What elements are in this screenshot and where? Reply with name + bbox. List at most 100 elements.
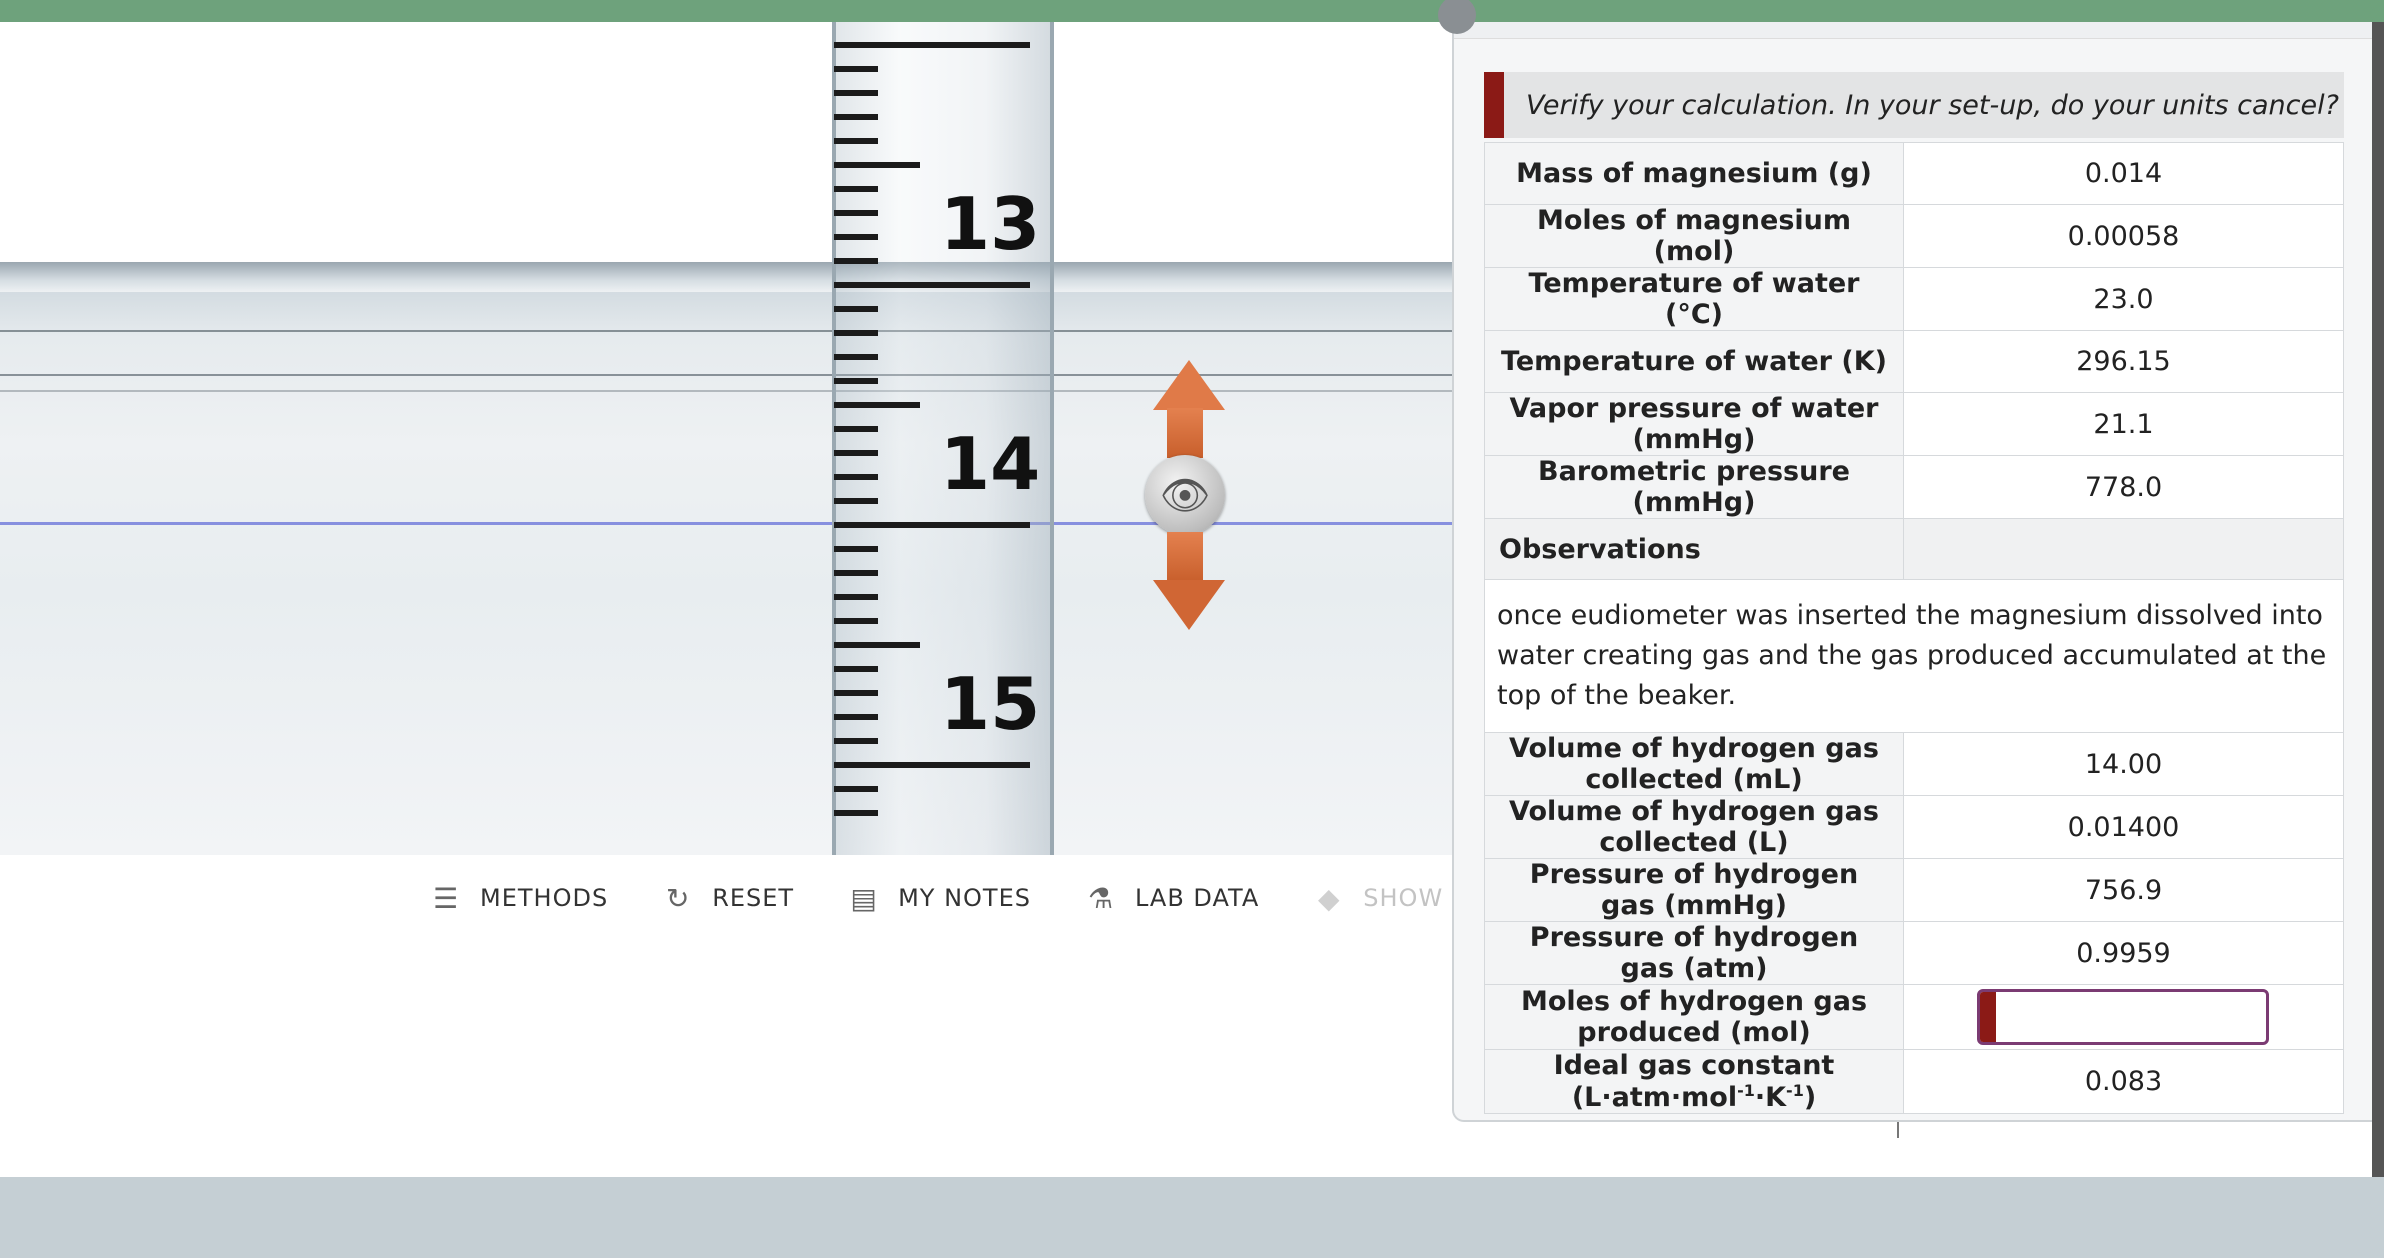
ruler-tick (834, 810, 878, 816)
row-label: Pressure of hydrogen gas (atm) (1484, 921, 1904, 985)
down-arrow-stem[interactable] (1167, 532, 1203, 582)
top-bar (0, 0, 2384, 22)
row-value: 14.00 (1902, 732, 2345, 796)
row-value: 23.0 (1902, 267, 2345, 331)
row-label: Temperature of water (K) (1484, 330, 1904, 393)
ruler-tick (834, 762, 1030, 768)
window-edge (2372, 22, 2384, 1177)
ruler-tick (834, 666, 878, 672)
moles-hydrogen-input-box[interactable] (1977, 989, 2270, 1045)
tag-icon: ◆ (1317, 881, 1341, 915)
observations-blank (1902, 518, 2345, 580)
lab-data-label: LAB DATA (1135, 884, 1260, 912)
table-row: Pressure of hydrogen gas (mmHg) 756.9 (1484, 858, 2345, 922)
up-arrow-icon[interactable] (1153, 360, 1225, 410)
view-adjust-handle[interactable]: 👁 (1140, 360, 1230, 640)
ruler-tick (834, 258, 878, 264)
meniscus-line (0, 522, 1452, 525)
lab-data-panel: Verify your calculation. In your set-up,… (1438, 0, 2372, 1122)
show-labels-label: SHOW L (1363, 884, 1467, 912)
reset-icon: ↻ (665, 881, 691, 915)
ruler-tick (834, 450, 878, 456)
gas-constant-label-post: ) (1803, 1082, 1817, 1113)
show-labels-button[interactable]: ◆ SHOW L (1313, 882, 1466, 915)
ruler-tick (834, 234, 878, 240)
up-arrow-stem[interactable] (1167, 408, 1203, 458)
table-row: Pressure of hydrogen gas (atm) 0.9959 (1484, 921, 2345, 985)
ruler-tick (834, 570, 878, 576)
moles-hydrogen-input[interactable] (2000, 994, 2265, 1042)
row-value: 0.014 (1902, 142, 2345, 205)
down-arrow-icon[interactable] (1153, 580, 1225, 630)
ruler-tick (834, 426, 878, 432)
ruler-tick (834, 354, 878, 360)
row-value: 756.9 (1902, 858, 2345, 922)
ruler-tick (834, 498, 878, 504)
footer-bar (0, 1177, 2384, 1258)
table-row: Barometric pressure (mmHg) 778.0 (1484, 455, 2345, 519)
gas-constant-sup: -1 (1737, 1081, 1755, 1100)
row-label: Temperature of water (°C) (1484, 267, 1904, 331)
ruler-number: 14 (940, 422, 1041, 506)
beaker-ridge (0, 330, 1452, 332)
ruler-tick (834, 522, 1030, 528)
gas-constant-label-mid: ·K (1754, 1082, 1787, 1113)
row-value: 0.01400 (1902, 795, 2345, 859)
reset-label: RESET (712, 884, 795, 912)
table-row: Temperature of water (°C) 23.0 (1484, 267, 2345, 331)
water-body (0, 267, 1452, 855)
observations-text-row: once eudiometer was inserted the magnesi… (1484, 579, 2344, 733)
row-label: Mass of magnesium (g) (1484, 142, 1904, 205)
methods-label: METHODS (480, 884, 609, 912)
ruler-tick (834, 138, 878, 144)
ruler-tick (834, 594, 878, 600)
ruler-tick (834, 114, 878, 120)
beaker-ridge (0, 374, 1452, 376)
water-surface (0, 262, 1452, 292)
row-value: 0.00058 (1902, 204, 2345, 268)
row-value: 21.1 (1902, 392, 2345, 456)
notes-icon: ▤ (850, 881, 878, 915)
moles-cell (1902, 984, 2345, 1050)
ruler-tick (834, 42, 1030, 48)
ruler-tick (834, 210, 878, 216)
ruler-tick (834, 618, 878, 624)
observations-text[interactable]: once eudiometer was inserted the magnesi… (1484, 579, 2344, 733)
row-label: Volume of hydrogen gas collected (mL) (1484, 732, 1904, 796)
gas-constant-label: Ideal gas constant (L·atm·mol-1·K-1) (1484, 1049, 1904, 1114)
methods-button[interactable]: ☰ METHODS (430, 882, 608, 915)
ruler-number: 15 (940, 662, 1041, 746)
lab-data-button[interactable]: ⚗ LAB DATA (1085, 882, 1259, 915)
eye-icon[interactable]: 👁 (1145, 455, 1225, 535)
banner-accent (1484, 72, 1504, 138)
lab-data-table: Mass of magnesium (g) 0.014 Moles of magn… (1484, 142, 2345, 1114)
ruler-tick (834, 690, 878, 696)
row-label: Pressure of hydrogen gas (mmHg) (1484, 858, 1904, 922)
ruler-tick (834, 474, 878, 480)
beaker-ridge (0, 390, 1452, 392)
table-row: Temperature of water (K) 296.15 (1484, 330, 2345, 393)
ruler-tick (834, 90, 878, 96)
ruler-tick (834, 738, 878, 744)
reset-button[interactable]: ↻ RESET (662, 882, 794, 915)
my-notes-button[interactable]: ▤ MY NOTES (848, 882, 1031, 915)
row-value: 0.083 (1902, 1049, 2345, 1114)
ruler-tick (834, 546, 878, 552)
flask-icon: ⚗ (1087, 881, 1115, 915)
my-notes-label: MY NOTES (898, 884, 1031, 912)
table-row: Moles of magnesium (mol) 0.00058 (1484, 204, 2345, 268)
input-error-marker (1980, 992, 1997, 1042)
row-label: Barometric pressure (mmHg) (1484, 455, 1904, 519)
ruler-tick (834, 66, 878, 72)
ruler-tick (834, 786, 878, 792)
lab-toolbar: ☰ METHODS ↻ RESET ▤ MY NOTES ⚗ LAB DATA … (430, 878, 1466, 918)
list-icon: ☰ (432, 881, 460, 915)
table-row: Vapor pressure of water (mmHg) 21.1 (1484, 392, 2345, 456)
ruler-tick (834, 378, 878, 384)
row-label: Vapor pressure of water (mmHg) (1484, 392, 1904, 456)
gas-constant-sup: -1 (1786, 1081, 1804, 1100)
ruler-tick (834, 186, 878, 192)
ruler-tick (834, 306, 878, 312)
row-value: 778.0 (1902, 455, 2345, 519)
observations-header-row: Observations (1484, 518, 2345, 580)
